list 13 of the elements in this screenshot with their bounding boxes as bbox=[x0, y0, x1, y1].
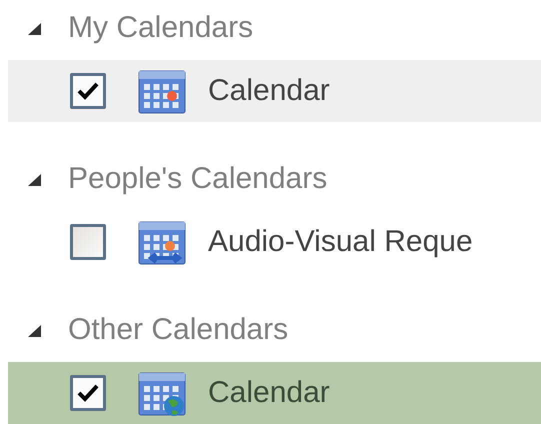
selected-row-highlight[interactable]: Calendar bbox=[8, 362, 541, 424]
checkmark-icon bbox=[77, 82, 99, 100]
checkbox[interactable] bbox=[70, 73, 106, 109]
checkmark-icon bbox=[77, 384, 99, 402]
group-title: Other Calendars bbox=[68, 313, 288, 347]
group-title: My Calendars bbox=[68, 11, 254, 45]
calendar-name: Calendar bbox=[208, 376, 330, 410]
calendar-name: Calendar bbox=[208, 74, 330, 108]
hover-row-highlight[interactable]: Calendar bbox=[8, 60, 541, 122]
group-title: People's Calendars bbox=[68, 162, 328, 196]
checkbox[interactable] bbox=[70, 224, 106, 260]
checkbox[interactable] bbox=[70, 375, 106, 411]
calendar-name: Audio-Visual Reque bbox=[208, 225, 473, 259]
